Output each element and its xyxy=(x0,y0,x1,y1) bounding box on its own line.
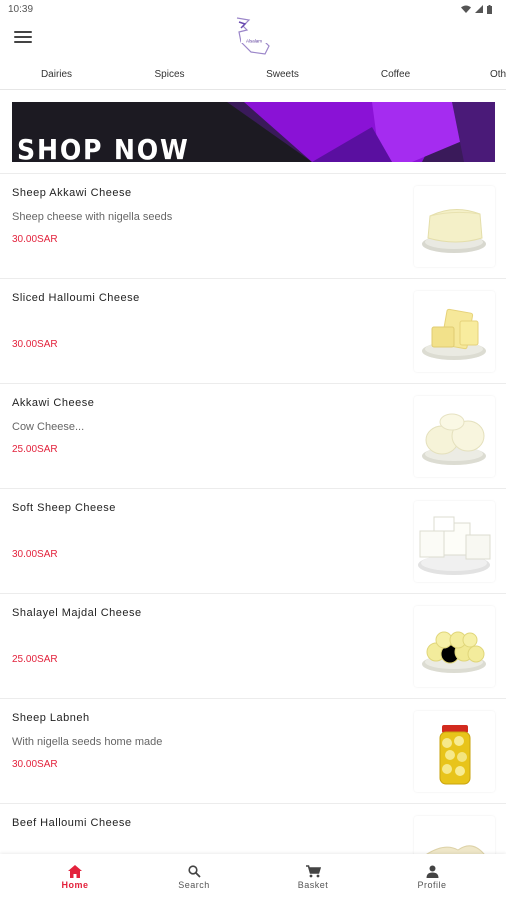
nav-basket[interactable]: Basket xyxy=(253,854,373,900)
app-bar: Alsalam xyxy=(0,17,506,58)
category-tabs: Dairies Spices Sweets Coffee Oth xyxy=(0,58,506,90)
search-icon xyxy=(187,864,201,878)
banner-title: SHOP NOW xyxy=(17,133,190,163)
wifi-icon xyxy=(461,5,471,13)
soft-cheese-image xyxy=(418,516,491,575)
nav-profile[interactable]: Profile xyxy=(372,854,492,900)
nav-basket-label: Basket xyxy=(297,879,329,890)
nav-profile-label: Profile xyxy=(417,879,447,890)
menu-icon xyxy=(14,31,32,33)
product-name: Akkawi Cheese xyxy=(12,397,95,409)
bottom-navigation: Home Search Basket Profile xyxy=(0,854,506,900)
halloumi-image xyxy=(426,845,485,854)
product-price: 30.00SAR xyxy=(12,234,58,245)
nav-search[interactable]: Search xyxy=(134,854,254,900)
cart-icon xyxy=(305,864,321,877)
product-item[interactable]: Akkawi Cheese Cow Cheese... 25.00SAR xyxy=(0,383,506,488)
battery-icon xyxy=(487,4,492,14)
product-item[interactable]: Shalayel Majdal Cheese 25.00SAR xyxy=(0,593,506,698)
product-name: Soft Sheep Cheese xyxy=(12,502,116,514)
product-item[interactable]: Sliced Halloumi Cheese 30.00SAR xyxy=(0,278,506,383)
product-name: Shalayel Majdal Cheese xyxy=(12,607,142,619)
nav-search-label: Search xyxy=(178,879,210,890)
product-item[interactable]: Soft Sheep Cheese 30.00SAR xyxy=(0,488,506,593)
shop-now-banner[interactable]: SHOP NOW xyxy=(12,102,495,162)
tab-spices[interactable]: Spices xyxy=(113,58,226,89)
cheese-pieces-image xyxy=(422,413,486,465)
cheese-balls-image xyxy=(422,631,486,673)
tab-sweets[interactable]: Sweets xyxy=(226,58,339,89)
product-image xyxy=(414,816,495,854)
product-item[interactable]: Sheep Labneh With nigella seeds home mad… xyxy=(0,698,506,803)
cheese-block-image xyxy=(422,209,486,253)
product-item[interactable]: Beef Halloumi Cheese xyxy=(0,803,506,854)
product-image xyxy=(414,396,495,477)
product-name: Sliced Halloumi Cheese xyxy=(12,292,140,304)
product-image xyxy=(414,291,495,372)
sliced-cheese-image xyxy=(422,308,486,360)
product-name: Sheep Labneh xyxy=(12,712,90,724)
labneh-jar-image xyxy=(439,725,471,785)
nav-home-label: Home xyxy=(61,879,89,890)
home-icon xyxy=(68,864,82,878)
product-price: 30.00SAR xyxy=(12,759,58,770)
app-logo: Alsalam xyxy=(236,17,270,55)
product-price: 25.00SAR xyxy=(12,654,58,665)
product-image xyxy=(414,186,495,267)
product-image xyxy=(414,711,495,792)
signal-icon xyxy=(475,5,483,13)
svg-text:Alsalam: Alsalam xyxy=(246,39,262,44)
product-image xyxy=(414,606,495,687)
product-description: With nigella seeds home made xyxy=(12,736,163,748)
product-list[interactable]: SHOP NOW Sheep Akkawi Cheese Sheep chees… xyxy=(0,90,506,854)
tab-other[interactable]: Oth xyxy=(452,58,506,89)
product-price: 25.00SAR xyxy=(12,444,58,455)
product-price: 30.00SAR xyxy=(12,339,58,350)
tab-dairies[interactable]: Dairies xyxy=(0,58,113,89)
nav-home[interactable]: Home xyxy=(15,854,135,900)
product-image xyxy=(414,501,495,582)
product-description: Sheep cheese with nigella seeds xyxy=(12,211,173,223)
product-description: Cow Cheese... xyxy=(12,421,85,433)
tab-coffee[interactable]: Coffee xyxy=(339,58,452,89)
product-name: Sheep Akkawi Cheese xyxy=(12,187,132,199)
product-item[interactable]: Sheep Akkawi Cheese Sheep cheese with ni… xyxy=(0,173,506,278)
product-name: Beef Halloumi Cheese xyxy=(12,817,132,829)
status-time: 10:39 xyxy=(8,3,34,15)
menu-button[interactable] xyxy=(14,29,32,45)
status-icons xyxy=(461,4,492,14)
profile-icon xyxy=(426,865,438,878)
product-price: 30.00SAR xyxy=(12,549,58,560)
